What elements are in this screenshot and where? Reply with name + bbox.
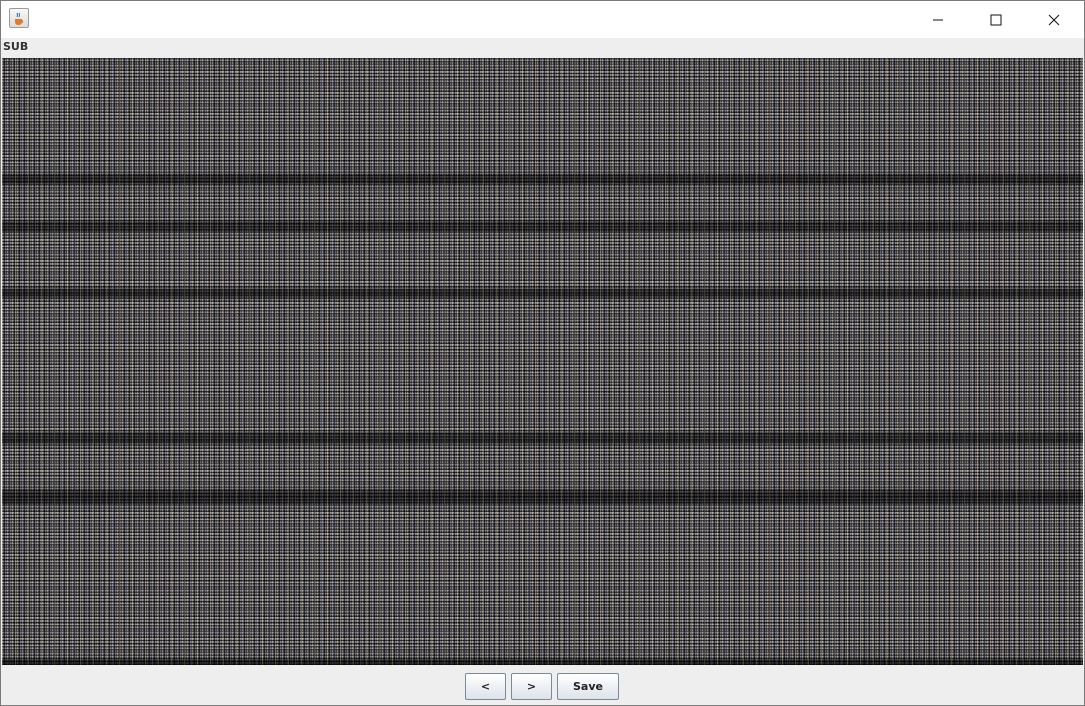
header-strip: SUB bbox=[1, 38, 1084, 57]
app-window: SUB < > Save bbox=[0, 0, 1085, 706]
close-button[interactable] bbox=[1025, 1, 1083, 38]
save-button[interactable]: Save bbox=[557, 673, 619, 700]
noise-image bbox=[2, 58, 1083, 665]
title-bar[interactable] bbox=[1, 1, 1084, 38]
previous-button[interactable]: < bbox=[465, 673, 506, 700]
maximize-icon bbox=[990, 14, 1002, 25]
sub-label: SUB bbox=[3, 40, 29, 53]
java-cup-icon[interactable] bbox=[9, 8, 29, 28]
next-button[interactable]: > bbox=[511, 673, 552, 700]
maximize-button[interactable] bbox=[967, 1, 1025, 38]
close-icon bbox=[1048, 14, 1060, 25]
button-bar: < > Save bbox=[1, 665, 1084, 705]
minimize-icon bbox=[933, 19, 943, 20]
minimize-button[interactable] bbox=[909, 1, 967, 38]
